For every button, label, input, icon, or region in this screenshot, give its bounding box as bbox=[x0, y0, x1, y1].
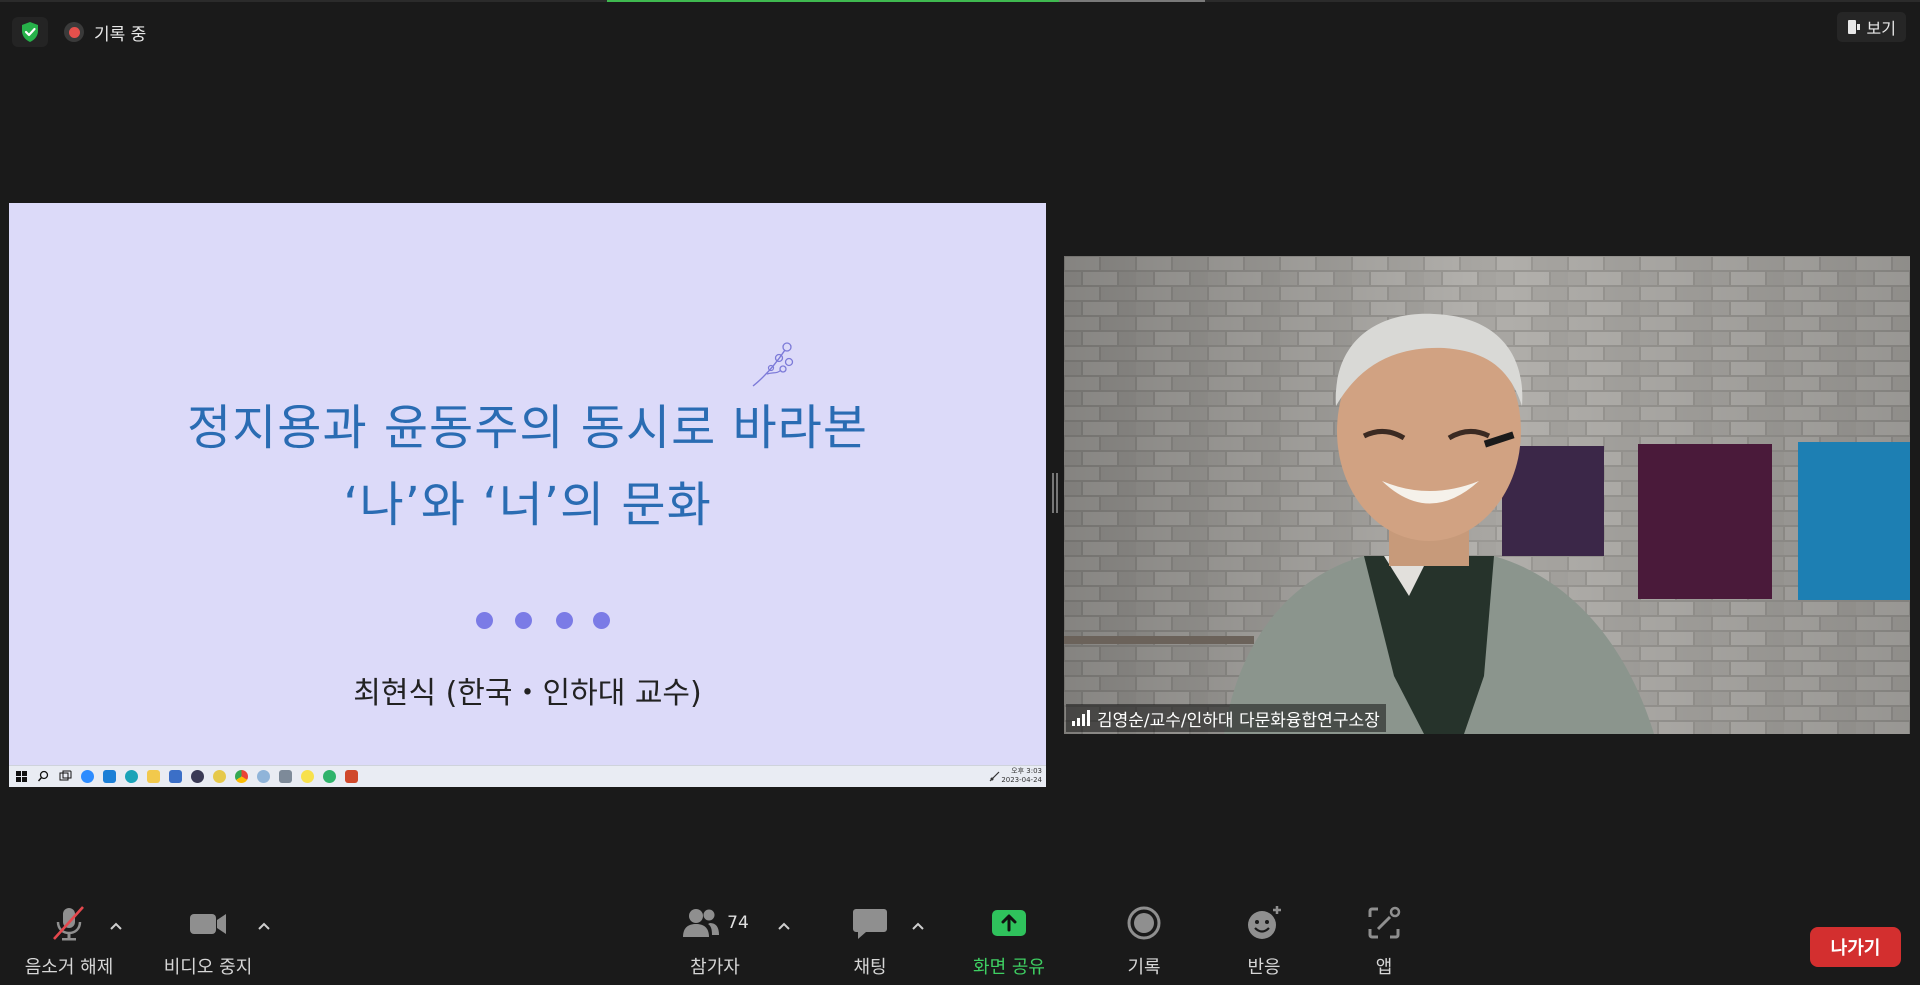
speaker-indicator-bar bbox=[0, 0, 1920, 2]
network-icon bbox=[989, 771, 1000, 782]
apps-label: 앱 bbox=[1375, 957, 1393, 978]
file-explorer-icon bbox=[147, 770, 160, 783]
edge-browser-icon bbox=[125, 770, 138, 783]
participants-icon bbox=[683, 909, 720, 937]
store-icon bbox=[169, 770, 182, 783]
record-button[interactable]: 기록 bbox=[1104, 899, 1184, 985]
unmute-label: 음소거 해제 bbox=[24, 957, 114, 978]
participants-button[interactable]: 74 참가자 bbox=[672, 899, 758, 985]
reaction-emoji-icon bbox=[1248, 906, 1281, 939]
chat-options-caret-icon[interactable] bbox=[910, 919, 926, 935]
recording-indicator[interactable]: 기록 중 bbox=[64, 18, 146, 46]
reactions-button[interactable]: 반응 bbox=[1224, 899, 1304, 985]
taskbar-time: 오후 3:03 bbox=[1011, 767, 1042, 775]
app-icon-dark bbox=[191, 770, 204, 783]
share-screen-button[interactable]: 화면 공유 bbox=[962, 899, 1056, 985]
video-frame-image bbox=[1064, 256, 1910, 734]
taskbar-clock: 오후 3:03 2023-04-24 bbox=[1001, 767, 1042, 785]
slide-presenter: 최현식 (한국・인하대 교수) bbox=[353, 676, 702, 711]
chat-button[interactable]: 채팅 bbox=[830, 899, 910, 985]
video-camera-icon bbox=[190, 914, 226, 934]
zoom-app-icon bbox=[81, 770, 94, 783]
app-icon-globe bbox=[257, 770, 270, 783]
windows-start-icon bbox=[16, 771, 27, 782]
stop-video-label: 비디오 중지 bbox=[163, 957, 253, 978]
splitter-handle[interactable] bbox=[1052, 473, 1058, 513]
slide-title-line2: ‘나’와 ‘너’의 문화 bbox=[343, 477, 712, 533]
camera-icon bbox=[279, 770, 292, 783]
kakaotalk-icon bbox=[301, 770, 314, 783]
slide-dots-decoration bbox=[476, 612, 610, 629]
shared-taskbar: 오후 3:03 2023-04-24 bbox=[9, 765, 1046, 787]
participant-video: 김영순/교수/인하대 다문화융합연구소장 bbox=[1064, 256, 1910, 734]
reactions-label: 반응 bbox=[1247, 957, 1281, 978]
app-icon-blue bbox=[103, 770, 116, 783]
app-icon-yellow bbox=[213, 770, 226, 783]
participants-options-caret-icon[interactable] bbox=[776, 919, 792, 935]
share-screen-icon bbox=[992, 910, 1026, 936]
participants-label: 참가자 bbox=[690, 957, 740, 978]
signal-strength-icon bbox=[1072, 710, 1090, 726]
slide-title-line1: 정지용과 윤동주의 동시로 바라본 bbox=[186, 400, 868, 456]
view-layout-icon bbox=[1847, 20, 1860, 34]
share-screen-label: 화면 공유 bbox=[973, 957, 1045, 978]
unmute-button[interactable]: 음소거 해제 bbox=[20, 899, 118, 985]
apps-icon bbox=[1368, 906, 1401, 939]
chrome-icon bbox=[235, 770, 248, 783]
muted-microphone-icon bbox=[53, 906, 84, 941]
participant-name: 김영순/교수/인하대 다문화융합연구소장 bbox=[1097, 710, 1380, 731]
view-button[interactable]: 보기 bbox=[1836, 12, 1906, 42]
zoom-meeting-window: 기록 중 보기 정지용과 윤동주의 동시로 바라본 ‘나’와 ‘너’의 문화 최… bbox=[0, 0, 1920, 985]
chat-bubble-icon bbox=[853, 909, 887, 939]
task-view-icon bbox=[59, 770, 72, 781]
audio-options-caret-icon[interactable] bbox=[108, 919, 124, 935]
meeting-toolbar: 음소거 해제 비디오 중지 74 참가자 채팅 화면 공유 기록 반응 앱 나가… bbox=[0, 899, 1920, 985]
stop-video-button[interactable]: 비디오 중지 bbox=[158, 899, 258, 985]
recording-label: 기록 중 bbox=[94, 24, 147, 45]
app-icon-green bbox=[323, 770, 336, 783]
shared-screen: 정지용과 윤동주의 동시로 바라본 ‘나’와 ‘너’의 문화 최현식 (한국・인… bbox=[9, 203, 1046, 787]
taskbar-date: 2023-04-24 bbox=[1001, 776, 1042, 784]
participant-name-tag: 김영순/교수/인하대 다문화융합연구소장 bbox=[1066, 704, 1386, 732]
participants-count: 74 bbox=[727, 913, 749, 933]
blossom-sprig-icon bbox=[752, 342, 794, 387]
apps-button[interactable]: 앱 bbox=[1344, 899, 1424, 985]
record-label: 기록 bbox=[1127, 957, 1161, 978]
powerpoint-icon bbox=[345, 770, 358, 783]
view-label: 보기 bbox=[1866, 19, 1896, 38]
video-options-caret-icon[interactable] bbox=[256, 919, 272, 935]
search-icon bbox=[37, 770, 49, 782]
recording-dot-icon bbox=[64, 22, 84, 42]
chat-label: 채팅 bbox=[853, 957, 887, 978]
leave-button[interactable]: 나가기 bbox=[1810, 927, 1901, 967]
security-shield-icon[interactable] bbox=[12, 17, 48, 47]
record-icon bbox=[1127, 906, 1161, 940]
